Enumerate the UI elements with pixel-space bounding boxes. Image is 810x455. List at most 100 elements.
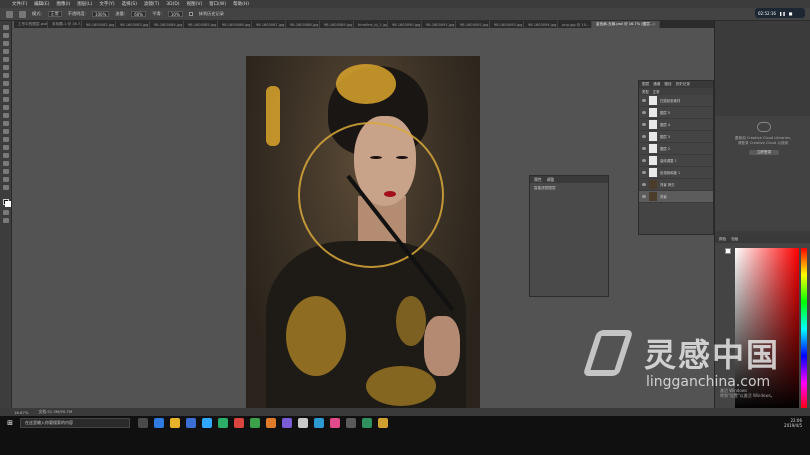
file-explorer-icon[interactable]	[170, 418, 180, 428]
eye-icon[interactable]	[642, 147, 646, 150]
tab-swatches[interactable]: 色板	[731, 237, 738, 242]
crop-tool-icon[interactable]	[2, 57, 9, 62]
menu-edit[interactable]: 编辑(E)	[34, 1, 49, 7]
lasso-tool-icon[interactable]	[2, 41, 9, 46]
doc-tab-active[interactable]: 金色扇-去扇.psd @ 16.7% (图层...)	[592, 21, 660, 28]
taskbar-search-input[interactable]: 在这里输入你要搜索的内容	[20, 418, 130, 428]
layer-row[interactable]: 图层 5	[639, 107, 713, 119]
app-icon[interactable]	[266, 418, 276, 428]
pause-icon[interactable]: ❚❚	[779, 11, 786, 16]
doc-tab[interactable]: 工作中的图层.psd	[14, 21, 48, 28]
flow-input[interactable]: 60%	[131, 11, 147, 17]
menu-type[interactable]: 文字(Y)	[99, 1, 114, 7]
eye-icon[interactable]	[642, 99, 646, 102]
brush-tool-icon[interactable]	[2, 81, 9, 86]
doc-tab[interactable]: 98.1600082.jpg	[82, 21, 116, 28]
menu-layer[interactable]: 图层(L)	[77, 1, 92, 7]
quick-select-tool-icon[interactable]	[2, 49, 9, 54]
layer-row[interactable]: 图层 2	[639, 143, 713, 155]
eye-icon[interactable]	[642, 159, 646, 162]
sign-in-button[interactable]: 立即登录	[749, 150, 779, 155]
eye-icon[interactable]	[642, 171, 646, 174]
doc-tab[interactable]: timeline_bj_1.jpg	[354, 21, 388, 28]
app-icon[interactable]	[362, 418, 372, 428]
menu-select[interactable]: 选择(S)	[122, 1, 137, 7]
menu-view[interactable]: 视图(V)	[187, 1, 203, 7]
menu-image[interactable]: 图像(I)	[56, 1, 70, 7]
tab-color[interactable]: 颜色	[719, 237, 726, 242]
layer-row[interactable]: 扫描纸张素材	[639, 95, 713, 107]
eye-icon[interactable]	[642, 195, 646, 198]
type-tool-icon[interactable]	[2, 145, 9, 150]
blend-mode-select[interactable]: 正常	[653, 89, 660, 94]
erase-history-checkbox[interactable]	[188, 12, 193, 16]
menu-filter[interactable]: 滤镜(T)	[144, 1, 159, 7]
mode-select[interactable]: 正常	[47, 11, 62, 17]
menu-help[interactable]: 帮助(H)	[233, 1, 249, 7]
eye-icon[interactable]	[642, 111, 646, 114]
doc-tab[interactable]: 98.1600094.jpg	[524, 21, 558, 28]
tab-properties[interactable]: 属性	[534, 177, 542, 183]
more-tools-icon[interactable]	[2, 185, 9, 190]
path-select-tool-icon[interactable]	[2, 153, 9, 158]
marquee-tool-icon[interactable]	[2, 33, 9, 38]
menu-file[interactable]: 文件(F)	[12, 1, 27, 7]
doc-tab[interactable]: 98.1600083.jpg	[116, 21, 150, 28]
tab-channels[interactable]: 通道	[653, 82, 660, 87]
app-icon[interactable]	[234, 418, 244, 428]
dodge-tool-icon[interactable]	[2, 129, 9, 134]
photoshop-icon[interactable]	[202, 418, 212, 428]
layer-row-selected[interactable]: 背景	[639, 191, 713, 203]
tab-history[interactable]: 历史记录	[676, 82, 690, 87]
windows-start-icon[interactable]: ⊞	[0, 418, 20, 428]
app-icon[interactable]	[282, 418, 292, 428]
layer-row[interactable]: 图层 4	[639, 119, 713, 131]
edge-icon[interactable]	[154, 418, 164, 428]
store-icon[interactable]	[186, 418, 196, 428]
eye-icon[interactable]	[642, 123, 646, 126]
healing-tool-icon[interactable]	[2, 73, 9, 78]
gradient-tool-icon[interactable]	[2, 113, 9, 118]
history-brush-tool-icon[interactable]	[2, 97, 9, 102]
brush-preset-icon[interactable]	[19, 10, 26, 18]
app-icon[interactable]	[378, 418, 388, 428]
system-tray-clock[interactable]: 22:06 2019/4/5	[784, 418, 810, 428]
doc-tab[interactable]: 98.1600093.jpg	[490, 21, 524, 28]
doc-tab[interactable]: 98.1600084.jpg	[150, 21, 184, 28]
hue-slider[interactable]	[801, 248, 807, 410]
app-icon[interactable]	[218, 418, 228, 428]
doc-tab[interactable]: 98.1600086.jpg	[218, 21, 252, 28]
tab-layers[interactable]: 图层	[642, 82, 649, 87]
document-canvas-image[interactable]	[246, 56, 480, 410]
screen-mode-icon[interactable]	[2, 218, 9, 223]
doc-tab[interactable]: 98.1600089.jpg	[320, 21, 354, 28]
tab-adjustments[interactable]: 调整	[547, 177, 555, 183]
menu-3d[interactable]: 3D(D)	[166, 2, 179, 7]
doc-tab[interactable]: 98.1600092.jpg	[456, 21, 490, 28]
eye-icon[interactable]	[642, 135, 646, 138]
stamp-tool-icon[interactable]	[2, 89, 9, 94]
doc-tab[interactable]: 98.1600091.jpg	[422, 21, 456, 28]
doc-tab[interactable]: 98.1600090.jpg	[388, 21, 422, 28]
doc-tab[interactable]: 98.1600085.jpg	[184, 21, 218, 28]
app-icon[interactable]	[298, 418, 308, 428]
doc-tab[interactable]: png.jpg @ 10...	[558, 21, 592, 28]
wechat-icon[interactable]	[250, 418, 260, 428]
eraser-tool-icon[interactable]	[2, 105, 9, 110]
quick-mask-icon[interactable]	[2, 210, 9, 215]
doc-tab[interactable]: 98.1600087.jpg	[252, 21, 286, 28]
hand-tool-icon[interactable]	[2, 169, 9, 174]
menu-window[interactable]: 窗口(W)	[209, 1, 226, 7]
layer-row[interactable]: 背景 拷贝	[639, 179, 713, 191]
doc-tab[interactable]: 98.1600088.jpg	[286, 21, 320, 28]
layer-row[interactable]: 色相饱和度 1	[639, 167, 713, 179]
zoom-level[interactable]: 16.67%	[14, 410, 28, 415]
pen-tool-icon[interactable]	[2, 137, 9, 142]
tab-paths[interactable]: 路径	[664, 82, 671, 87]
opacity-input[interactable]: 100%	[91, 11, 110, 17]
doc-tab[interactable]: 未标题-1 @ 16.7...	[48, 21, 82, 28]
smooth-input[interactable]: 10%	[167, 11, 183, 17]
eye-icon[interactable]	[642, 183, 646, 186]
background-color-swatch[interactable]	[4, 201, 11, 207]
blur-tool-icon[interactable]	[2, 121, 9, 126]
